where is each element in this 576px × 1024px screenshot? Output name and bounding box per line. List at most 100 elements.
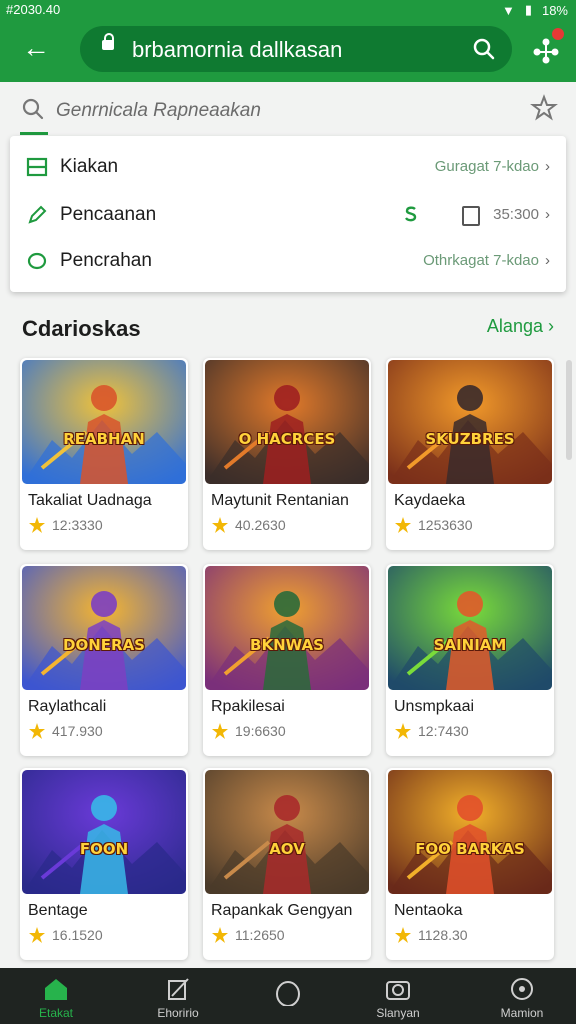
game-art-title: O HACRCES <box>238 430 336 448</box>
game-title: Takaliat Uadnaga <box>28 492 152 509</box>
menu-item-label: Kiakan <box>60 156 119 177</box>
battery-text: 18% <box>541 2 568 18</box>
search-icon[interactable] <box>470 35 498 63</box>
star-icon <box>29 723 45 739</box>
game-artwork: FOON <box>22 770 186 894</box>
scrollbar[interactable] <box>566 360 572 460</box>
search-underline <box>20 132 48 135</box>
suggestion-menu: Kiakan Guragat 7-kdao › Pencaanan 35:300 ›… <box>10 136 566 292</box>
menu-item-3[interactable]: Pencrahan Othrkagat 7-kdao › <box>10 238 566 284</box>
game-art-title: FOO BARKAS <box>415 840 525 858</box>
game-card[interactable]: FOO BARKAS Nentaoka 1128.30 <box>386 768 554 960</box>
status-bar: #2030.40 ▼ ▮ 18% <box>0 0 576 22</box>
signal-icon: ▮ <box>524 2 532 17</box>
star-icon <box>212 723 228 739</box>
game-art-title: FOON <box>79 840 129 858</box>
square-list-icon <box>26 157 48 177</box>
url-text: brbamornia dallkasan <box>132 37 343 62</box>
game-card[interactable]: SKUZBRES Kaydaeka 1253630 <box>386 358 554 550</box>
nav-item-target[interactable]: Mamion <box>472 968 572 1024</box>
money-icon <box>405 206 417 222</box>
nav-item-home[interactable]: Etakat <box>6 968 106 1024</box>
game-title: Unsmpkaai <box>394 698 475 715</box>
nav-item-camera[interactable]: Slanyan <box>348 968 448 1024</box>
game-art-title: AOV <box>269 840 305 858</box>
game-artwork: BKNWAS <box>205 566 369 690</box>
star-outline-icon[interactable] <box>530 94 558 122</box>
checkbox[interactable] <box>462 206 480 226</box>
star-icon <box>395 723 411 739</box>
game-title: Maytunit Rentanian <box>211 492 349 509</box>
url-bar[interactable]: brbamornia dallkasan <box>80 26 512 72</box>
search-row <box>0 82 576 136</box>
menu-item-2[interactable]: Pencaanan 35:300 › <box>10 192 566 238</box>
game-card[interactable]: DONERAS Raylathcali 417.930 <box>20 564 188 756</box>
game-artwork: SKUZBRES <box>388 360 552 484</box>
star-icon <box>395 927 411 943</box>
home-icon <box>45 979 67 1000</box>
game-rating: 1128.30 <box>418 927 468 943</box>
star-icon <box>395 517 411 533</box>
nav-item-center[interactable] <box>238 968 338 1024</box>
game-rating: 12:7430 <box>418 723 469 739</box>
target-icon <box>511 978 533 1000</box>
game-art-title: REABHAN <box>63 430 145 448</box>
star-icon <box>212 517 228 533</box>
game-rating: 19:6630 <box>235 723 286 739</box>
see-all-link[interactable]: Alanga › <box>487 316 554 337</box>
camera-icon <box>386 981 410 1000</box>
game-artwork: DONERAS <box>22 566 186 690</box>
wifi-icon: ▼ <box>501 2 515 18</box>
game-title: Rpakilesai <box>211 698 285 715</box>
lock-icon <box>102 33 114 50</box>
game-card[interactable]: SAINIAM Unsmpkaai 12:7430 <box>386 564 554 756</box>
menu-item-1[interactable]: Kiakan Guragat 7-kdao › <box>10 144 566 190</box>
star-icon <box>29 927 45 943</box>
game-art-title: BKNWAS <box>250 636 324 654</box>
circle-outline-icon <box>276 981 300 1006</box>
pencil-icon <box>28 205 47 224</box>
game-artwork: O HACRCES <box>205 360 369 484</box>
game-rating: 12:3330 <box>52 517 103 533</box>
bottom-navigation: Etakat Ehoririo Slanyan Mamion <box>0 968 576 1024</box>
nav-label: Etakat <box>38 1006 74 1020</box>
menu-item-label: Pencrahan <box>60 250 152 271</box>
game-title: Bentage <box>28 902 88 919</box>
nav-item-edit[interactable]: Ehoririo <box>128 968 228 1024</box>
edit-icon <box>168 978 189 1000</box>
menu-item-detail: 35:300 <box>493 206 539 223</box>
game-title: Rapankak Gengyan <box>211 902 353 919</box>
game-art-title: SKUZBRES <box>425 430 515 448</box>
chevron-right-icon: › <box>545 158 550 175</box>
game-rating: 11:2650 <box>235 927 285 943</box>
game-title: Kaydaeka <box>394 492 466 509</box>
search-icon <box>22 98 44 120</box>
back-arrow-icon[interactable]: ← <box>18 30 54 66</box>
game-artwork: SAINIAM <box>388 566 552 690</box>
chevron-right-icon: › <box>548 316 554 336</box>
status-time: #2030.40 <box>6 2 61 17</box>
game-title: Nentaoka <box>394 902 463 919</box>
chevron-right-icon: › <box>545 252 550 269</box>
game-rating: 40.2630 <box>235 517 286 533</box>
game-rating: 417.930 <box>52 723 103 739</box>
game-title: Raylathcali <box>28 698 107 715</box>
game-card[interactable]: BKNWAS Rpakilesai 19:6630 <box>203 564 371 756</box>
star-icon <box>212 927 228 943</box>
circle-icon <box>27 252 47 270</box>
nav-label: Slanyan <box>376 1006 420 1020</box>
menu-item-detail: Othrkagat 7-kdao <box>423 252 539 269</box>
game-artwork: REABHAN <box>22 360 186 484</box>
notification-dot <box>552 28 564 40</box>
game-card[interactable]: FOON Bentage 16.1520 <box>20 768 188 960</box>
game-card[interactable]: O HACRCES Maytunit Rentanian 40.2630 <box>203 358 371 550</box>
game-card[interactable]: AOV Rapankak Gengyan 11:2650 <box>203 768 371 960</box>
menu-item-label: Pencaanan <box>60 204 157 225</box>
game-art-title: DONERAS <box>63 636 145 654</box>
game-rating: 16.1520 <box>52 927 103 943</box>
game-card[interactable]: REABHAN Takaliat Uadnaga 12:3330 <box>20 358 188 550</box>
app-bar: ← brbamornia dallkasan <box>0 22 576 82</box>
search-input[interactable] <box>54 96 478 126</box>
menu-item-detail: Guragat 7-kdao <box>434 158 539 175</box>
section-title: Cdarioskas <box>22 316 141 341</box>
